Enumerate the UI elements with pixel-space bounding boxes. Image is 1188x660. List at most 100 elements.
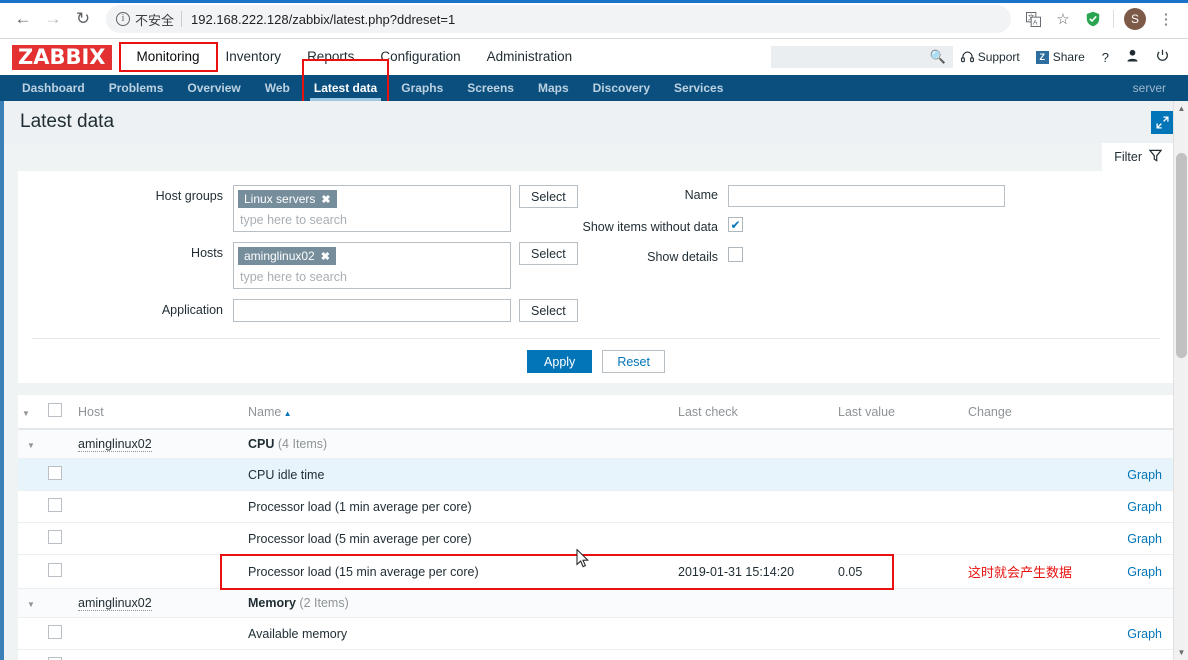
submenu-item-problems[interactable]: Problems (97, 75, 176, 101)
row-checkbox[interactable] (48, 530, 62, 544)
submenu-item-dashboard[interactable]: Dashboard (10, 75, 97, 101)
table-header-row: ▼ Host Name Last check Last value Change (18, 395, 1174, 430)
submenu-item-maps[interactable]: Maps (526, 75, 581, 101)
submenu-item-web[interactable]: Web (253, 75, 302, 101)
global-search-box[interactable]: 🔍 (770, 46, 953, 68)
graph-link[interactable]: Graph (1127, 468, 1162, 482)
application-input[interactable] (233, 299, 511, 322)
collapse-all-toggle[interactable]: ▼ (18, 395, 44, 430)
graph-link[interactable]: Graph (1127, 532, 1162, 546)
host-group-chip[interactable]: Linux servers ✖ (238, 190, 337, 208)
search-icon[interactable]: 🔍 (930, 49, 946, 65)
nav-item-monitoring[interactable]: Monitoring (124, 39, 213, 75)
nav-item-administration[interactable]: Administration (474, 39, 586, 75)
row-checkbox[interactable] (48, 466, 62, 480)
close-icon[interactable]: ✖ (321, 193, 330, 206)
browser-action-icons: 文 A ☆ S ⋮ (1019, 5, 1180, 33)
power-icon[interactable] (1147, 49, 1178, 65)
row-checkbox[interactable] (48, 498, 62, 512)
reset-button[interactable]: Reset (602, 350, 665, 373)
host-link[interactable]: aminglinux02 (78, 437, 152, 452)
three-dot-menu-icon[interactable]: ⋮ (1152, 5, 1180, 33)
column-header-last-check[interactable]: Last check (674, 395, 834, 430)
annotation-note: 这时就会产生数据 (968, 566, 1073, 581)
row-item-name: Processor load (15 min average per core) (244, 554, 674, 589)
table-row[interactable]: Available memory Graph (18, 617, 1174, 650)
expand-arrows-icon[interactable] (1151, 110, 1174, 134)
host-groups-select-button[interactable]: Select (519, 185, 578, 208)
column-header-host[interactable]: Host (74, 395, 244, 430)
host-groups-multiselect[interactable]: Linux servers ✖ type here to search (233, 185, 511, 232)
row-last-value (834, 522, 964, 555)
user-icon[interactable] (1118, 49, 1147, 65)
row-last-check (674, 458, 834, 491)
submenu-item-discovery[interactable]: Discovery (581, 75, 662, 101)
submenu-item-screens[interactable]: Screens (455, 75, 526, 101)
application-select-button[interactable]: Select (519, 299, 578, 322)
submenu-item-latest-data[interactable]: Latest data (302, 75, 389, 101)
support-link[interactable]: Support (953, 50, 1028, 64)
vertical-scrollbar[interactable]: ▲ ▼ (1173, 101, 1188, 660)
show-details-label: Show details (647, 250, 718, 264)
help-icon[interactable]: ? (1093, 50, 1118, 65)
filter-row-host-groups: Host groups Linux servers ✖ type here to… (18, 185, 578, 232)
address-bar[interactable]: i 不安全 192.168.222.128/zabbix/latest.php?… (106, 5, 1011, 33)
nav-item-reports[interactable]: Reports (294, 39, 367, 75)
row-last-check (674, 617, 834, 650)
host-link[interactable]: aminglinux02 (78, 596, 152, 611)
scrollbar-thumb[interactable] (1176, 153, 1187, 358)
graph-link[interactable]: Graph (1127, 500, 1162, 514)
group-name: Memory (248, 596, 296, 610)
table-row[interactable]: Total memory Graph (18, 649, 1174, 660)
hosts-multiselect[interactable]: aminglinux02 ✖ type here to search (233, 242, 511, 289)
graph-link[interactable]: Graph (1127, 627, 1162, 641)
nav-item-inventory[interactable]: Inventory (213, 39, 295, 75)
info-icon[interactable]: i (116, 12, 130, 26)
graph-link[interactable]: Graph (1127, 565, 1162, 579)
scroll-up-icon[interactable]: ▲ (1174, 101, 1188, 116)
search-input[interactable] (776, 49, 947, 65)
nav-item-monitoring-wrap: Monitoring (118, 39, 218, 75)
filter-tab[interactable]: Filter (1102, 143, 1174, 171)
zabbix-logo[interactable]: ZABBIX (12, 44, 112, 70)
row-spacer (18, 458, 44, 491)
share-link[interactable]: Z Share (1028, 50, 1093, 64)
host-chip[interactable]: aminglinux02 ✖ (238, 247, 336, 265)
row-checkbox[interactable] (48, 563, 62, 577)
host-groups-search-placeholder[interactable]: type here to search (238, 210, 506, 229)
submenu-item-overview[interactable]: Overview (175, 75, 252, 101)
row-checkbox[interactable] (48, 625, 62, 639)
group-collapse-toggle[interactable]: ▼ (18, 588, 44, 618)
table-row[interactable]: Processor load (1 min average per core) … (18, 490, 1174, 523)
reload-icon[interactable]: ↻ (68, 4, 98, 34)
table-row[interactable]: Processor load (5 min average per core) … (18, 522, 1174, 555)
group-name-cell: CPU (4 Items) (244, 429, 1174, 459)
name-input[interactable] (728, 185, 1005, 207)
scroll-down-icon[interactable]: ▼ (1174, 645, 1188, 660)
table-row[interactable]: CPU idle time Graph (18, 458, 1174, 491)
shield-icon[interactable] (1079, 5, 1107, 33)
share-badge-icon: Z (1035, 50, 1049, 64)
column-header-name[interactable]: Name (244, 395, 674, 430)
row-spacer (18, 554, 44, 589)
show-details-checkbox[interactable] (728, 247, 743, 262)
avatar[interactable]: S (1124, 8, 1146, 30)
row-last-value (834, 617, 964, 650)
apply-button[interactable]: Apply (527, 350, 593, 373)
table-row[interactable]: Processor load (15 min average per core)… (18, 554, 1174, 589)
back-arrow-icon[interactable]: ← (8, 4, 38, 34)
translate-icon[interactable]: 文 A (1019, 5, 1047, 33)
forward-arrow-icon[interactable]: → (38, 4, 68, 34)
nav-item-configuration[interactable]: Configuration (367, 39, 473, 75)
page-title: Latest data (20, 111, 115, 132)
close-icon[interactable]: ✖ (321, 250, 330, 263)
select-all-checkbox[interactable] (48, 403, 62, 417)
star-icon[interactable]: ☆ (1049, 5, 1077, 33)
submenu-item-services[interactable]: Services (662, 75, 735, 101)
hosts-select-button[interactable]: Select (519, 242, 578, 265)
hosts-search-placeholder[interactable]: type here to search (238, 267, 506, 286)
group-collapse-toggle[interactable]: ▼ (18, 429, 44, 459)
row-spacer (18, 490, 44, 523)
submenu-item-graphs[interactable]: Graphs (389, 75, 455, 101)
show-items-without-data-checkbox[interactable]: ✔ (728, 217, 743, 232)
